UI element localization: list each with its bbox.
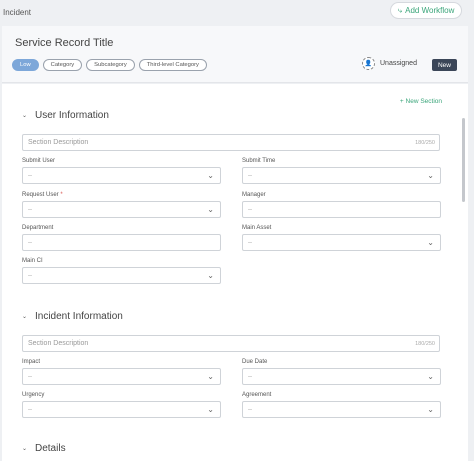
subcategory-tag[interactable]: Subcategory [86,59,135,71]
chevron-down-icon: ⌄ [207,271,214,280]
add-workflow-button[interactable]: ⤷ Add Workflow [390,2,462,19]
workflow-icon: ⤷ [397,5,403,15]
agreement-select[interactable]: -- ⌄ [242,401,441,418]
field-label: Main CI [22,258,43,264]
chevron-down-icon: ⌄ [427,171,434,180]
field-label: Due Date [242,359,268,365]
field-value: -- [248,240,252,246]
due-date-select[interactable]: -- ⌄ [242,368,441,385]
record-title[interactable]: Service Record Title [15,37,113,49]
chevron-down-icon: ⌄ [207,372,214,381]
field-label: Impact [22,359,41,365]
user-icon: 👤 [362,57,375,70]
status-button[interactable]: New [432,59,457,71]
chevron-down-icon: ⌄ [427,405,434,414]
tag-row: Low Category Subcategory Third-level Cat… [12,59,207,71]
category-tag[interactable]: Category [42,59,83,71]
chevron-down-icon: ⌄ [427,238,434,247]
field-value: -- [28,374,32,380]
chevron-down-icon: ⌄ [21,113,28,119]
submit-user-select[interactable]: -- ⌄ [22,167,221,184]
field-label: Submit User [22,158,56,164]
field-label: Urgency [22,392,45,398]
section-header-details[interactable]: ⌄ Details [20,443,66,454]
chevron-down-icon: ⌄ [427,372,434,381]
field-value: -- [248,173,252,179]
chevron-down-icon: ⌄ [21,314,28,320]
field-label: Request User * [22,192,63,198]
form-body: + New Section ⌄ User Information Section… [2,84,460,461]
section-description-input[interactable]: Section Description 180/250 [22,335,440,352]
third-level-category-tag[interactable]: Third-level Category [138,59,207,71]
description-placeholder: Section Description [28,139,89,146]
field-value: -- [248,407,252,413]
chevron-down-icon: ⌄ [207,405,214,414]
field-label: Main Asset [242,225,272,231]
field-value: -- [28,273,32,279]
page-title: Incident [3,8,32,17]
impact-select[interactable]: -- ⌄ [22,368,221,385]
field-label-text: Request User [22,192,59,198]
field-value: -- [248,207,252,213]
character-counter: 180/250 [415,140,435,146]
chevron-down-icon: ⌄ [207,205,214,214]
field-label: Submit Time [242,158,276,164]
priority-tag[interactable]: Low [12,59,39,71]
record-header: Service Record Title Low Category Subcat… [2,26,468,83]
field-value: -- [28,240,32,246]
field-value: -- [248,374,252,380]
add-workflow-label: Add Workflow [405,6,455,15]
main-ci-select[interactable]: -- ⌄ [22,267,221,284]
submit-time-select[interactable]: -- ⌄ [242,167,441,184]
chevron-down-icon: ⌄ [21,446,28,452]
required-marker: * [60,192,63,198]
field-label: Manager [242,192,266,198]
field-label: Agreement [242,392,272,398]
request-user-select[interactable]: -- ⌄ [22,201,221,218]
section-description-input[interactable]: Section Description 180/250 [22,134,440,151]
section-title: Details [35,443,66,454]
section-header-incident-information[interactable]: ⌄ Incident Information [20,311,123,322]
scrollbar-thumb[interactable] [462,118,465,202]
new-section-link[interactable]: + New Section [400,98,442,105]
assignee-selector[interactable]: 👤 Unassigned [362,57,417,70]
character-counter: 180/250 [415,341,435,347]
assignee-label: Unassigned [380,60,417,67]
section-title: Incident Information [35,311,123,322]
manager-input[interactable]: -- [242,201,441,218]
field-value: -- [28,207,32,213]
field-value: -- [28,407,32,413]
topbar: Incident ⤷ Add Workflow [0,0,474,26]
description-placeholder: Section Description [28,340,89,347]
section-header-user-information[interactable]: ⌄ User Information [20,110,109,121]
section-title: User Information [35,110,109,121]
chevron-down-icon: ⌄ [207,171,214,180]
urgency-select[interactable]: -- ⌄ [22,401,221,418]
main-asset-select[interactable]: -- ⌄ [242,234,441,251]
field-label: Department [22,225,54,231]
field-value: -- [28,173,32,179]
department-input[interactable]: -- [22,234,221,251]
